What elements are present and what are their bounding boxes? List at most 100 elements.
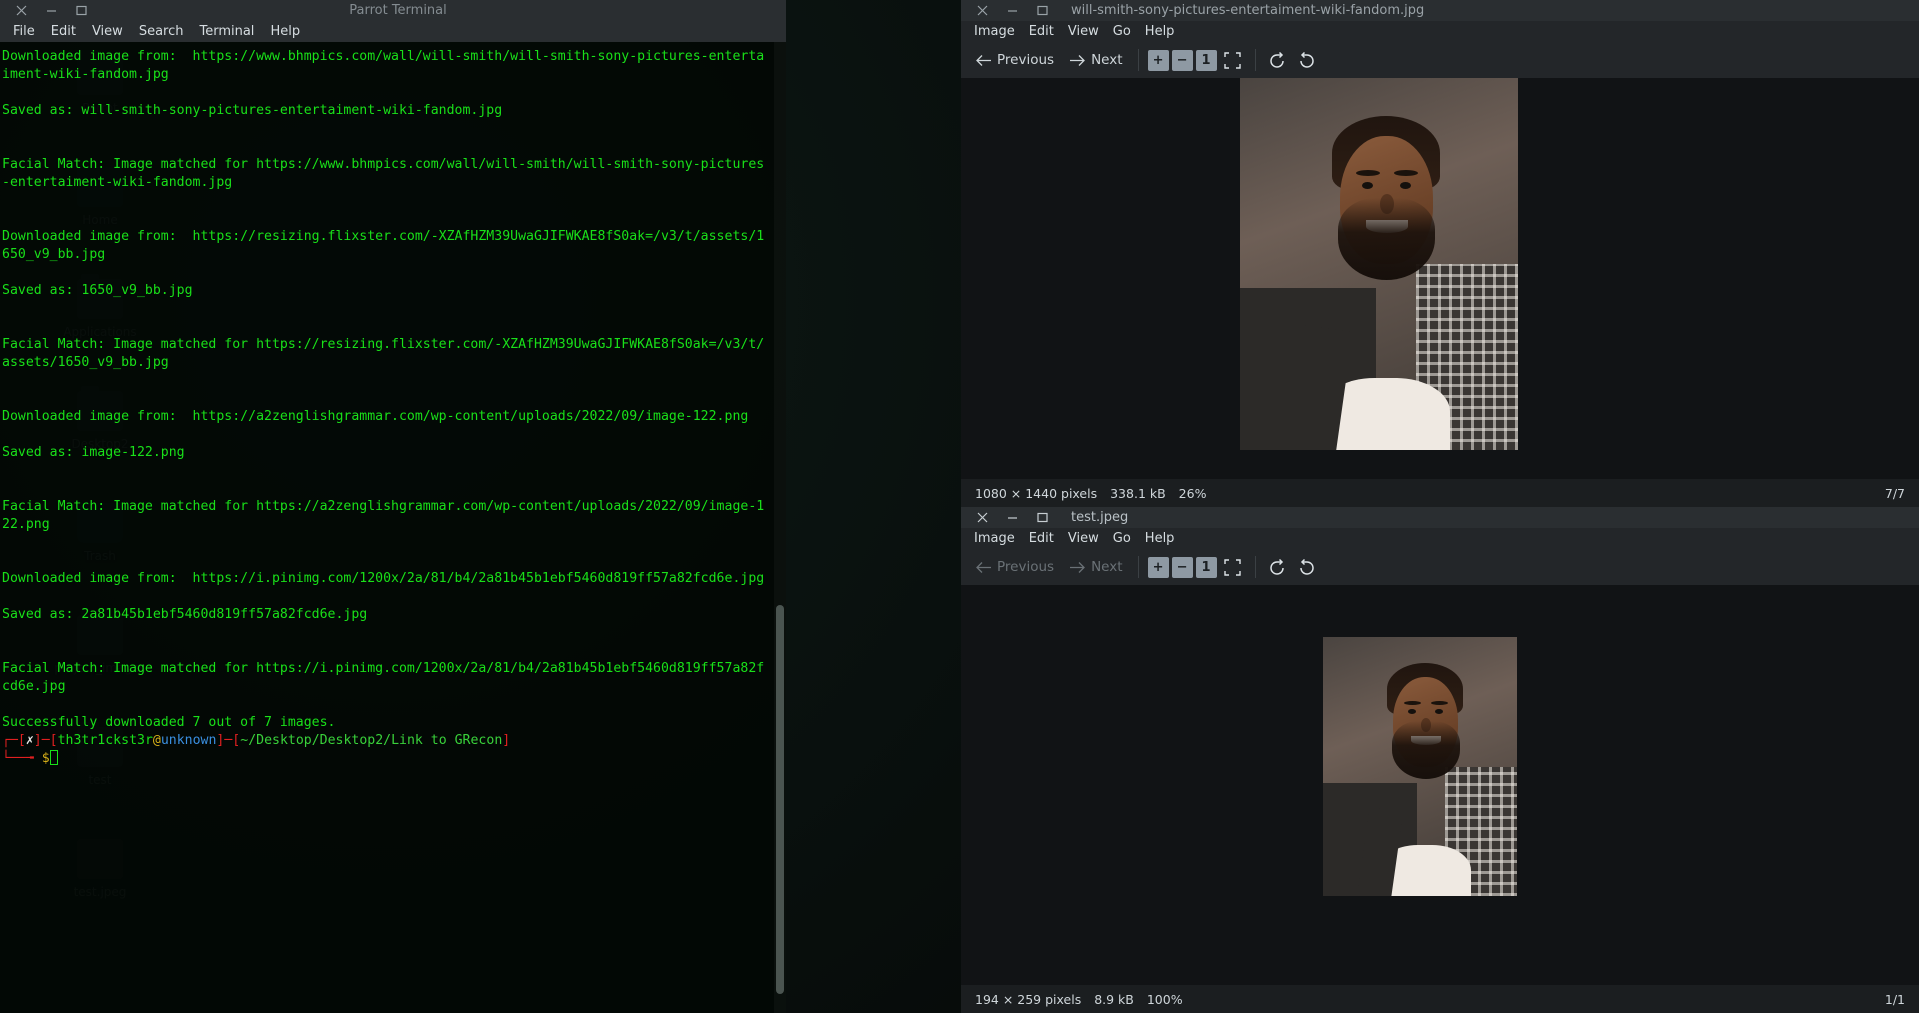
rotate-clockwise-icon[interactable] [1294,554,1320,580]
prompt-at-sign: @ [152,733,161,748]
minimize-icon[interactable] [997,0,1027,21]
menu-image[interactable]: Image [967,23,1022,40]
menu-edit[interactable]: Edit [44,23,83,40]
menu-help[interactable]: Help [1138,23,1182,40]
scrollbar-thumb[interactable] [776,605,784,994]
maximize-icon[interactable] [1027,507,1057,528]
arrow-left-icon [976,561,991,573]
viewer-statusbar: 194 × 259 pixels 8.9 kB 100% 1/1 [961,985,1919,1013]
menu-view[interactable]: View [1061,23,1106,40]
prompt-bracket: ]─[ [33,733,58,748]
zoom-in-button[interactable]: + [1147,556,1169,578]
menu-help[interactable]: Help [263,23,307,40]
viewer-statusbar: 1080 × 1440 pixels 338.1 kB 26% 7/7 [961,479,1919,507]
menu-view[interactable]: View [1061,530,1106,547]
minimize-icon[interactable] [36,0,66,21]
viewer-toolbar: Previous Next + − 1 [961,549,1919,585]
rotate-counterclockwise-icon[interactable] [1265,47,1291,73]
previous-button[interactable]: Previous [969,52,1060,68]
terminal-scrollbar[interactable] [774,42,786,1013]
rotate-counterclockwise-icon[interactable] [1265,554,1291,580]
terminal-prompt-line-2[interactable]: └──╼ $ [2,750,772,768]
previous-label: Previous [997,559,1055,575]
toolbar-separator [1254,556,1256,578]
image-dimensions: 194 × 259 pixels [975,991,1082,1007]
toolbar-separator [1137,49,1139,71]
best-fit-icon[interactable] [1220,554,1246,580]
terminal-line: Saved as: will-smith-sony-pictures-enter… [2,103,503,118]
close-icon[interactable] [967,507,997,528]
menu-go[interactable]: Go [1106,23,1138,40]
menu-view[interactable]: View [85,23,130,40]
terminal-prompt-line-1: ┌─[✗]─[th3tr1ckst3r@unknown]─[~/Desktop/… [2,732,772,750]
toolbar-separator [1254,49,1256,71]
menu-terminal[interactable]: Terminal [192,23,261,40]
maximize-icon[interactable] [1027,0,1057,21]
terminal-line: Downloaded image from: https://resizing.… [2,229,765,262]
screen-root: Parrot Home Applications Desktop2 Trash … [0,0,1919,1013]
terminal-body[interactable]: Downloaded image from: https://www.bhmpi… [0,42,786,1013]
toolbar-separator [1137,556,1139,578]
displayed-image-test[interactable] [1323,637,1517,896]
close-icon[interactable] [967,0,997,21]
previous-button: Previous [969,559,1060,575]
menu-help[interactable]: Help [1138,530,1182,547]
menu-edit[interactable]: Edit [1022,23,1061,40]
terminal-line: Facial Match: Image matched for https://… [2,661,765,694]
maximize-icon[interactable] [66,0,96,21]
terminal-menubar: File Edit View Search Terminal Help [0,21,786,42]
zoom-out-button[interactable]: − [1171,49,1193,71]
menu-image[interactable]: Image [967,530,1022,547]
menu-search[interactable]: Search [132,23,191,40]
best-fit-icon[interactable] [1220,47,1246,73]
terminal-line: Downloaded image from: https://i.pinimg.… [2,571,765,586]
terminal-line: Downloaded image from: https://a2zenglis… [2,409,749,424]
next-button[interactable]: Next [1063,52,1128,68]
zoom-out-button[interactable]: − [1171,556,1193,578]
next-button: Next [1063,559,1128,575]
terminal-line: Facial Match: Image matched for https://… [2,499,765,532]
viewer-image-canvas[interactable] [961,78,1919,479]
displayed-image-will-smith[interactable] [1240,78,1518,450]
menu-go[interactable]: Go [1106,530,1138,547]
viewer-titlebar: will-smith-sony-pictures-entertaiment-wi… [961,0,1919,21]
next-label: Next [1091,559,1123,575]
menu-file[interactable]: File [6,23,42,40]
zoom-in-button[interactable]: + [1147,49,1169,71]
viewer-menubar: Image Edit View Go Help [961,528,1919,549]
terminal-output[interactable]: Downloaded image from: https://www.bhmpi… [0,42,774,1013]
normal-size-button[interactable]: 1 [1195,556,1217,578]
arrow-left-icon [976,54,991,66]
previous-label: Previous [997,52,1055,68]
prompt-path: ~/Desktop/Desktop2/Link to GRecon [240,733,503,748]
normal-size-button[interactable]: 1 [1195,49,1217,71]
terminal-line: Downloaded image from: https://www.bhmpi… [2,49,765,82]
arrow-right-icon [1070,54,1085,66]
next-label: Next [1091,52,1123,68]
minimize-icon[interactable] [997,507,1027,528]
prompt-elbow: └──╼ [2,751,42,766]
image-zoom-level: 26% [1178,485,1207,501]
prompt-bracket: ] [502,733,511,748]
viewer-window-title: test.jpeg [1071,510,1129,525]
image-position-indicator: 1/1 [1884,991,1905,1007]
prompt-dollar: $ [41,751,50,766]
menu-edit[interactable]: Edit [1022,530,1061,547]
image-zoom-level: 100% [1146,991,1183,1007]
terminal-line: Saved as: image-122.png [2,445,185,460]
rotate-clockwise-icon[interactable] [1294,47,1320,73]
close-icon[interactable] [6,0,36,21]
viewer-image-canvas[interactable] [961,585,1919,985]
terminal-line: Facial Match: Image matched for https://… [2,337,765,370]
image-filesize: 8.9 kB [1094,991,1134,1007]
